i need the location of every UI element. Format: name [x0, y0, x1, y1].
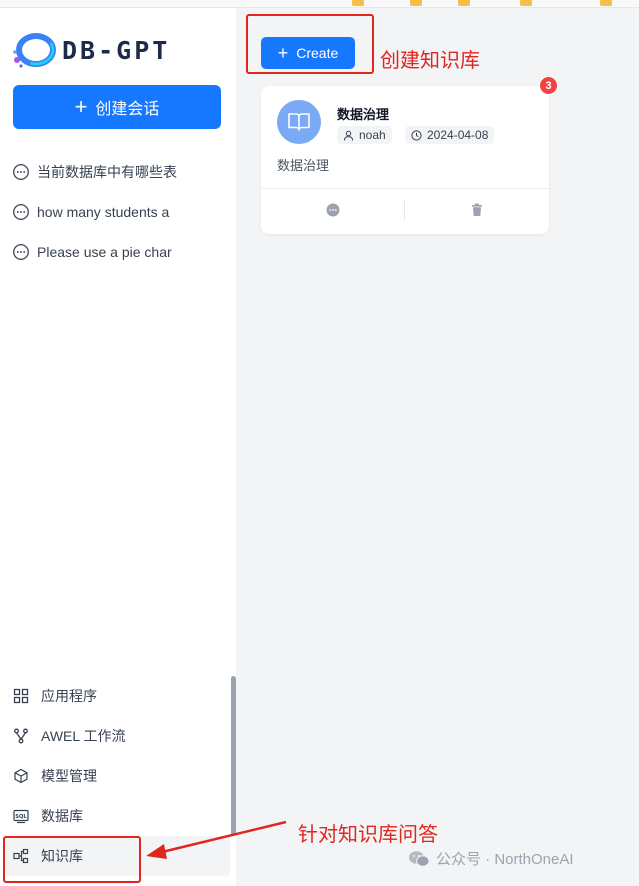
bookmark-folder-icon[interactable] [600, 0, 612, 6]
sidebar-item-label: 应用程序 [41, 688, 97, 704]
bookmark-folder-icon[interactable] [520, 0, 532, 6]
create-highlight-box [246, 14, 374, 74]
notification-badge: 3 [539, 76, 558, 95]
sidebar-item-awel-workflow[interactable]: AWEL 工作流 [4, 716, 230, 756]
knowledge-description: 数据治理 [277, 158, 330, 173]
chat-bubble-icon [12, 243, 30, 261]
main-content: + Create 数据治理 noah 2024-04-08 数据治理 3 [236, 8, 639, 886]
svg-text:SQL: SQL [15, 814, 27, 820]
chat-action-icon[interactable] [325, 202, 341, 218]
apps-grid-icon [13, 688, 29, 704]
owner-name: noah [359, 128, 386, 142]
sidebar-item-apps[interactable]: 应用程序 [4, 676, 230, 716]
knowledge-avatar [277, 100, 321, 144]
history-item-label: how many students a [37, 204, 170, 220]
bookmark-folder-icon[interactable] [352, 0, 364, 6]
browser-bookmark-strip [0, 0, 639, 8]
history-item-label: Please use a pie char [37, 244, 172, 260]
chat-bubble-icon [12, 163, 30, 181]
history-item[interactable]: how many students a [12, 192, 188, 232]
history-item[interactable]: Please use a pie char [12, 232, 188, 272]
bookmark-folder-icon[interactable] [410, 0, 422, 6]
book-icon [288, 113, 310, 131]
owner-tag: noah [337, 126, 392, 144]
sidebar-item-label: 模型管理 [41, 768, 97, 784]
workflow-icon [14, 728, 28, 744]
sql-database-icon: SQL [13, 809, 29, 824]
wechat-watermark: 公众号 · NorthOneAI [408, 848, 574, 869]
user-icon [343, 130, 354, 141]
new-chat-label: 创建会话 [95, 101, 160, 118]
history-item-label: 当前数据库中有哪些表 [37, 164, 177, 180]
knowledge-highlight-box [3, 836, 141, 883]
chat-bubble-icon [12, 203, 30, 221]
knowledge-card[interactable]: 数据治理 noah 2024-04-08 数据治理 [261, 86, 549, 234]
knowledge-title: 数据治理 [337, 107, 390, 122]
delete-trash-icon[interactable] [469, 202, 485, 218]
logo-text: DB-GPT [62, 35, 171, 65]
cube-icon [14, 768, 28, 784]
create-annotation: 创建知识库 [380, 50, 480, 72]
annotation-arrow-icon [146, 820, 287, 859]
wechat-icon [409, 850, 430, 867]
sidebar: DB-GPT + 创建会话 当前数据库中有哪些表 how many studen… [0, 8, 236, 886]
action-divider [404, 200, 405, 220]
bookmark-folder-icon[interactable] [458, 0, 470, 6]
history-item[interactable]: 当前数据库中有哪些表 [12, 152, 188, 192]
knowledge-qa-annotation: 针对知识库问答 [298, 824, 438, 846]
new-chat-button[interactable]: + 创建会话 [13, 85, 221, 129]
date-tag: 2024-04-08 [405, 126, 495, 144]
watermark-text: 公众号 · NorthOneAI [436, 851, 574, 868]
card-divider [261, 188, 549, 189]
clock-icon [411, 129, 422, 141]
sidebar-item-model-management[interactable]: 模型管理 [4, 756, 230, 796]
app-logo[interactable]: DB-GPT [12, 28, 170, 72]
sidebar-item-label: AWEL 工作流 [41, 728, 126, 744]
plus-icon: + [74, 94, 88, 119]
chat-history-list: 当前数据库中有哪些表 how many students a Please us… [12, 152, 188, 272]
created-date: 2024-04-08 [427, 128, 489, 142]
logo-ring-icon [13, 33, 56, 68]
sidebar-item-label: 数据库 [41, 808, 83, 824]
